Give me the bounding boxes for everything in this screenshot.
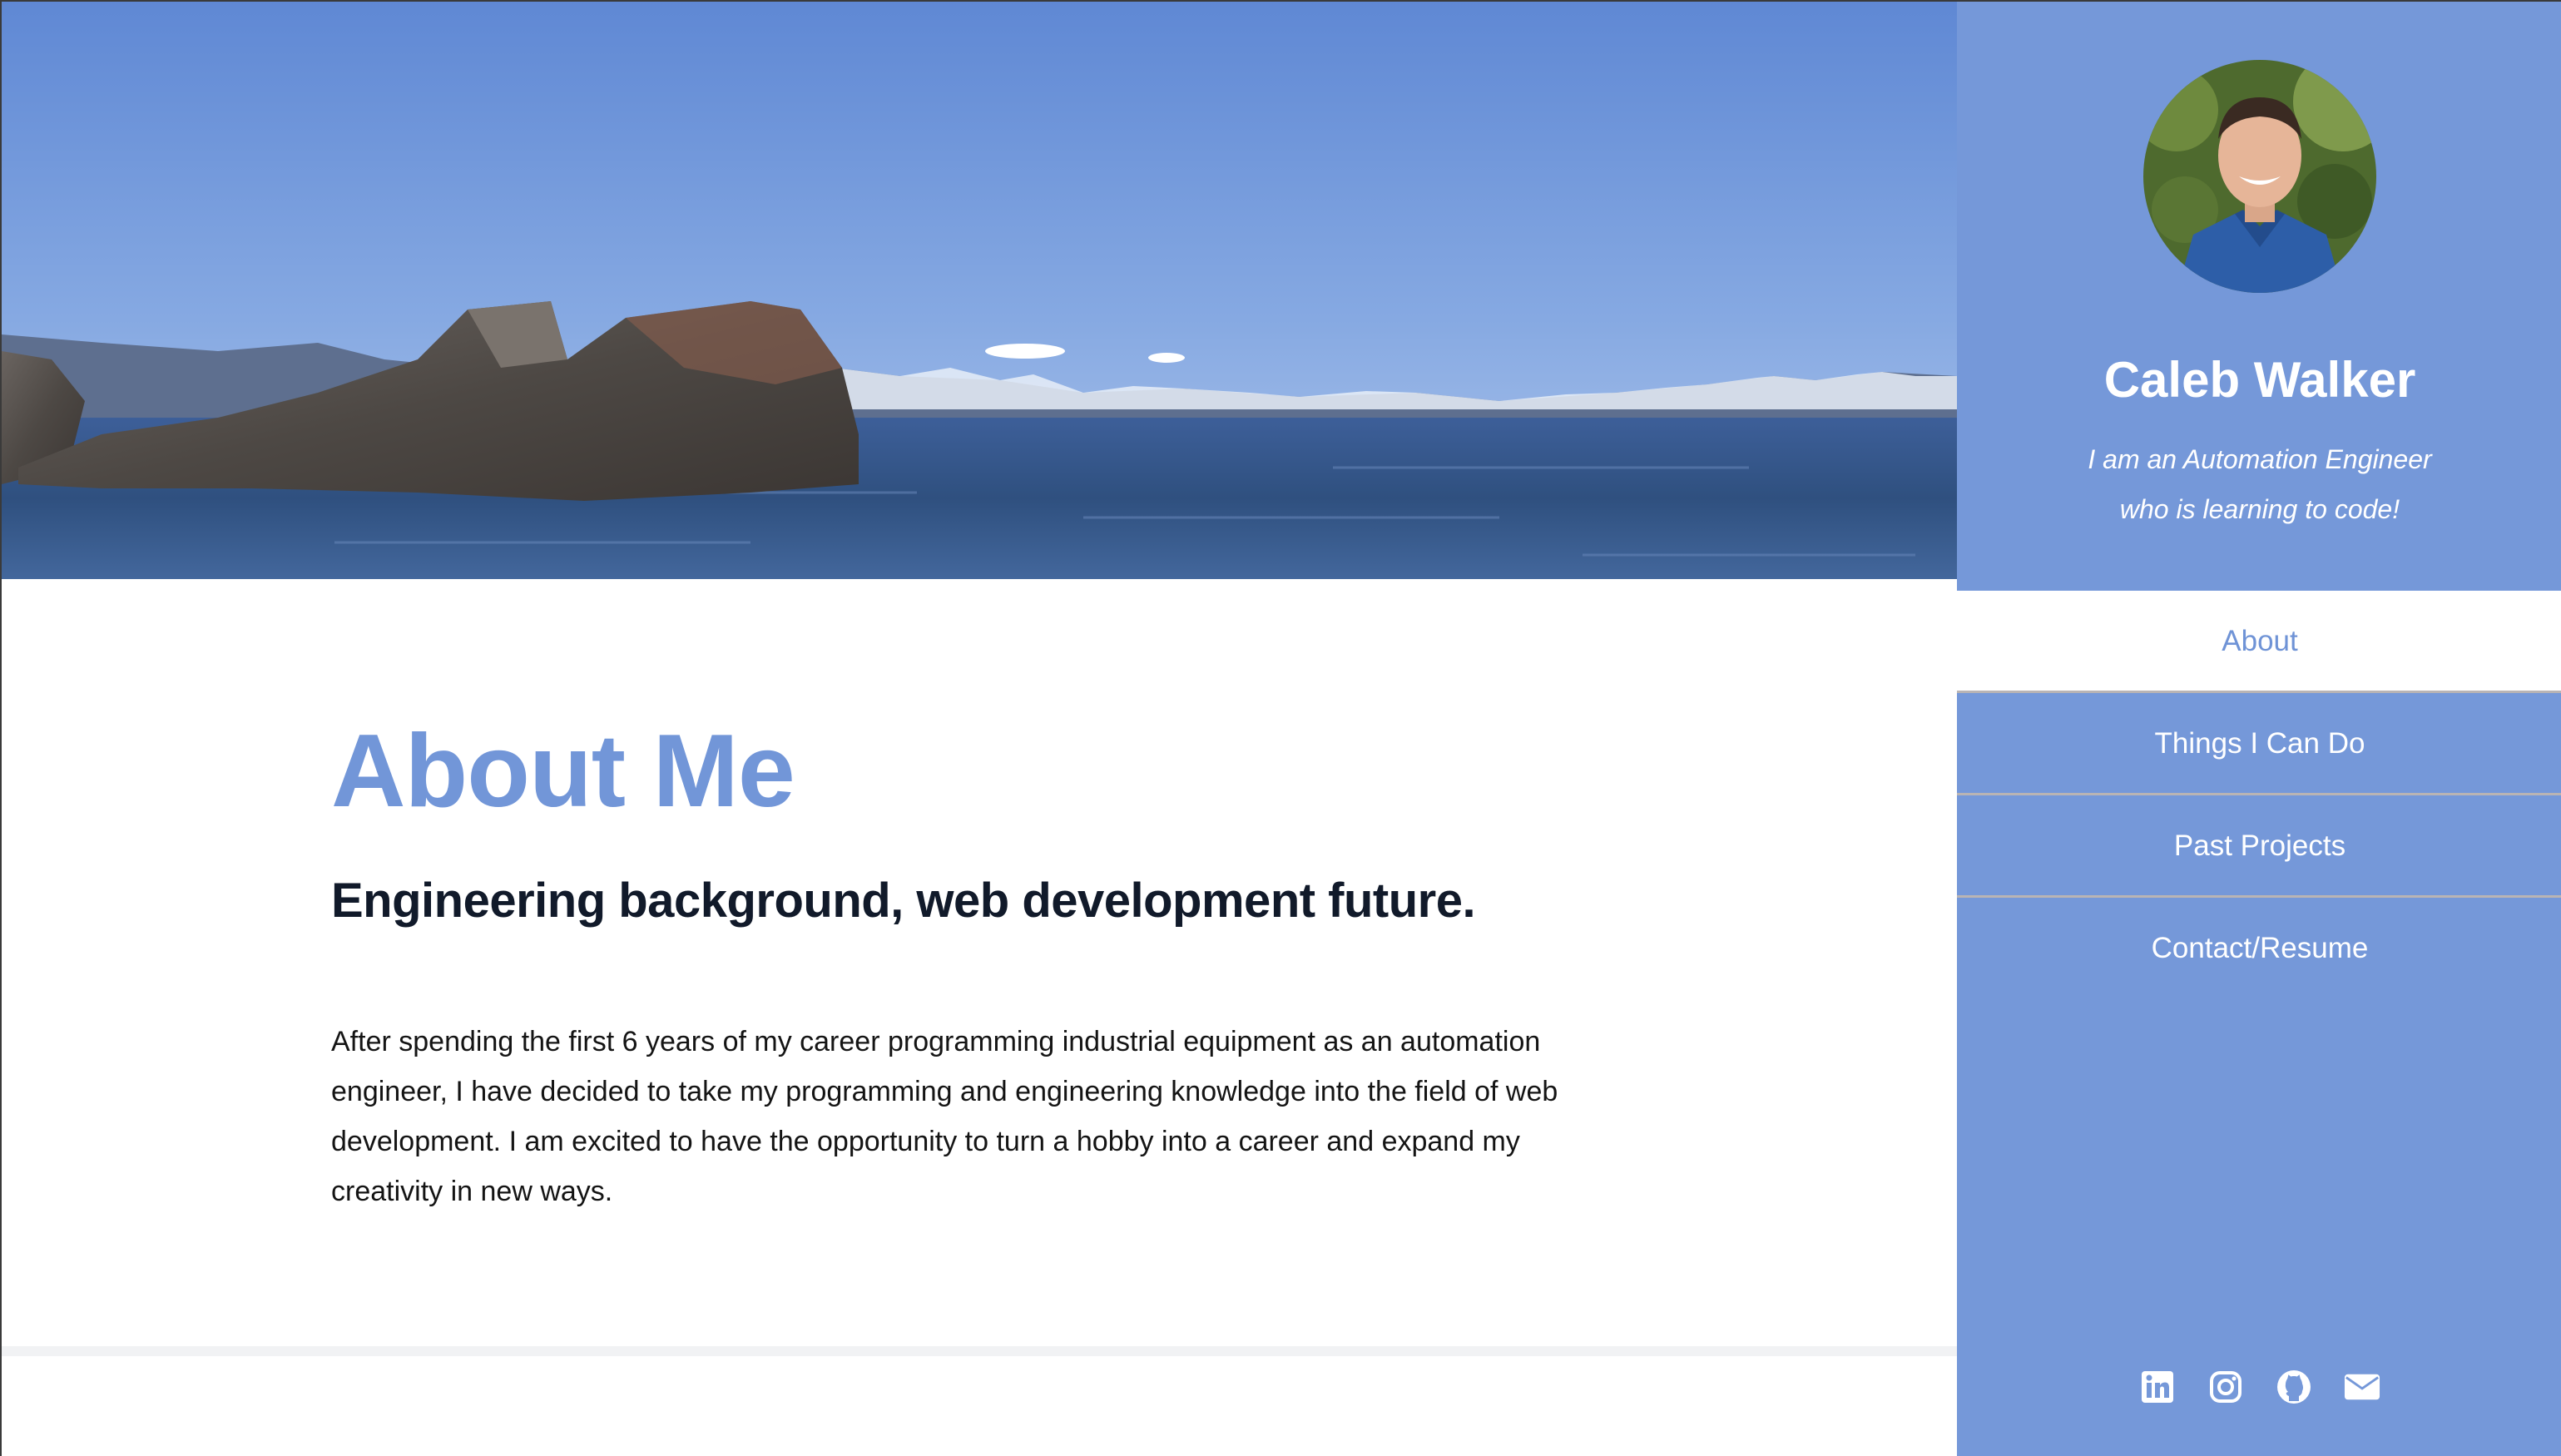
tagline-line-1: I am an Automation Engineer (2088, 444, 2432, 474)
page: About Me Engineering background, web dev… (0, 0, 2561, 1456)
about-paragraph: After spending the first 6 years of my c… (331, 1026, 1558, 1207)
instagram-icon[interactable] (2207, 1369, 2244, 1405)
section-divider (2, 1346, 1957, 1356)
page-title: About Me (331, 714, 795, 829)
main-content: About Me Engineering background, web dev… (2, 2, 1957, 1456)
page-subtitle: Engineering background, web development … (331, 874, 1476, 928)
sidebar: Caleb Walker I am an Automation Engineer… (1957, 2, 2561, 1456)
linkedin-icon[interactable] (2139, 1369, 2176, 1405)
email-icon[interactable] (2344, 1369, 2380, 1405)
social-links (1957, 1366, 2561, 1408)
github-icon[interactable] (2276, 1369, 2312, 1405)
profile-tagline: I am an Automation Engineer who is learn… (1957, 434, 2561, 534)
avatar (2143, 60, 2376, 293)
nav-item-contact-resume[interactable]: Contact/Resume (1957, 898, 2561, 1000)
profile-name: Caleb Walker (2103, 352, 2416, 408)
nav-item-about[interactable]: About (1957, 591, 2561, 693)
hero-image (2, 2, 1957, 579)
nav-item-things-i-can-do[interactable]: Things I Can Do (1957, 693, 2561, 795)
nav-item-past-projects[interactable]: Past Projects (1957, 795, 2561, 898)
sidebar-nav: About Things I Can Do Past Projects Cont… (1957, 591, 2561, 1000)
about-section: About Me Engineering background, web dev… (331, 717, 1579, 1216)
tagline-line-2: who is learning to code! (2119, 494, 2400, 524)
